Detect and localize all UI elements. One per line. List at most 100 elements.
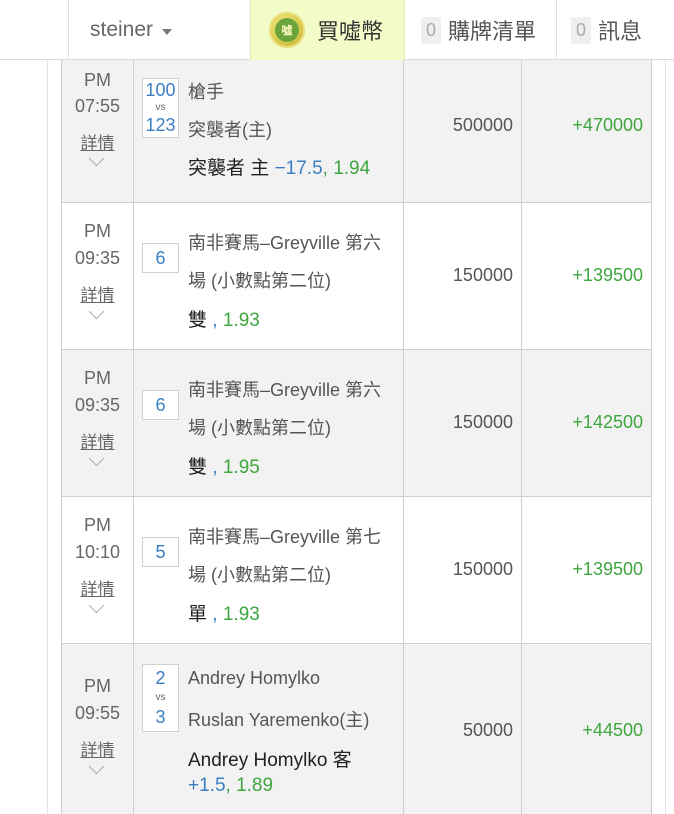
score-away: 3 [142, 704, 179, 732]
win-amount: +44500 [582, 720, 643, 740]
result-cell: +470000 [522, 60, 651, 202]
chevron-down-icon[interactable] [88, 597, 105, 614]
time-cell: PM 10:10 詳情 [62, 497, 134, 643]
details-link[interactable]: 詳情 [62, 129, 133, 154]
top-nav: steiner 噓 買噓幣 0 購牌清單 0 訊息 [0, 0, 674, 60]
stake-amount: 50000 [462, 720, 513, 740]
pick-label: 單 [188, 604, 208, 625]
handicap: −17.5 [274, 158, 323, 179]
stake-cell: 150000 [404, 350, 522, 496]
odds-separator: , [322, 158, 334, 179]
table-row: PM 09:55 詳情 2 vs 3 Andrey Homylko Ruslan… [62, 644, 651, 814]
win-amount: +139500 [572, 265, 643, 285]
messages-button[interactable]: 0 訊息 [557, 0, 674, 60]
content-border-right [665, 60, 666, 814]
time-ampm: PM [84, 515, 111, 535]
odds-separator: , [225, 775, 237, 796]
score-home: 100 [142, 78, 179, 102]
win-amount: +470000 [572, 115, 643, 135]
bet-pick: 突襲者 主 −17.5, 1.94 [188, 153, 370, 180]
time-ampm: PM [84, 70, 111, 90]
vs-label: vs [142, 692, 179, 704]
stake-amount: 500000 [452, 115, 513, 135]
odds: 1.94 [333, 158, 371, 179]
chevron-down-icon[interactable] [88, 758, 105, 775]
odds-separator: , [207, 310, 223, 331]
time-value: 09:55 [74, 703, 121, 723]
team-b: Ruslan Yaremenko(主) [188, 710, 370, 730]
username: steiner [90, 18, 154, 41]
user-menu[interactable]: steiner [68, 0, 250, 60]
table-row: PM 09:35 詳情 6 南非賽馬–Greyville 第六 場 (小數點第二… [62, 203, 651, 350]
time-cell: PM 09:55 詳情 [62, 644, 134, 814]
result-number: 6 [142, 243, 179, 273]
stake-cell: 150000 [404, 203, 522, 349]
match-cell: 2 vs 3 Andrey Homylko Ruslan Yaremenko(主… [134, 644, 404, 814]
result-cell: +139500 [522, 497, 651, 643]
details-link[interactable]: 詳情 [62, 575, 133, 600]
team-a: Andrey Homylko [188, 668, 321, 688]
stake-amount: 150000 [452, 559, 513, 579]
content-border-left [47, 60, 48, 814]
match-cell: 6 南非賽馬–Greyville 第六 場 (小數點第二位) 雙 , 1.95 [134, 350, 404, 496]
time-cell: PM 07:55 詳情 [62, 60, 134, 202]
bet-pick: 單 , 1.93 [188, 599, 260, 626]
time-ampm: PM [84, 676, 111, 696]
result-number: 5 [142, 537, 179, 567]
stake-cell: 150000 [404, 497, 522, 643]
chevron-down-icon[interactable] [88, 450, 105, 467]
result-cell: +44500 [522, 644, 651, 814]
team-a: 槍手 [188, 82, 224, 102]
race-title-line1: 南非賽馬–Greyville 第六 [188, 233, 382, 253]
coin-icon: 噓 [269, 12, 305, 48]
win-amount: +139500 [572, 559, 643, 579]
time-cell: PM 09:35 詳情 [62, 350, 134, 496]
bet-history-table: PM 07:55 詳情 100 vs 123 槍手 突襲者(主) 突襲者 主 −… [61, 60, 652, 814]
bet-pick: 雙 , 1.95 [188, 452, 260, 479]
table-row: PM 07:55 詳情 100 vs 123 槍手 突襲者(主) 突襲者 主 −… [62, 60, 651, 203]
stake-cell: 50000 [404, 644, 522, 814]
stake-amount: 150000 [452, 265, 513, 285]
team-b: 突襲者(主) [188, 120, 272, 140]
pick-label: 突襲者 主 [188, 158, 275, 179]
purchase-list-count: 0 [421, 16, 441, 44]
messages-label: 訊息 [598, 19, 643, 44]
odds: 1.93 [222, 310, 260, 331]
coin-glyph: 噓 [275, 18, 299, 42]
race-title-line1: 南非賽馬–Greyville 第七 [188, 527, 382, 547]
bet-pick-line1: Andrey Homylko 客 [188, 750, 352, 771]
table-row: PM 10:10 詳情 5 南非賽馬–Greyville 第七 場 (小數點第二… [62, 497, 651, 644]
details-link[interactable]: 詳情 [62, 428, 133, 453]
bet-pick: 雙 , 1.93 [188, 305, 260, 332]
caret-down-icon [162, 28, 173, 35]
purchase-list-button[interactable]: 0 購牌清單 [405, 0, 557, 60]
time-ampm: PM [84, 368, 111, 388]
time-value: 10:10 [74, 542, 121, 562]
stake-amount: 150000 [452, 412, 513, 432]
time-value: 09:35 [74, 395, 121, 415]
purchase-list-label: 購牌清單 [448, 19, 537, 44]
race-title-line1: 南非賽馬–Greyville 第六 [188, 380, 382, 400]
race-title-line2: 場 (小數點第二位) [188, 418, 331, 438]
odds: 1.93 [222, 604, 260, 625]
result-cell: +142500 [522, 350, 651, 496]
win-amount: +142500 [572, 412, 643, 432]
time-cell: PM 09:35 詳情 [62, 203, 134, 349]
time-ampm: PM [84, 221, 111, 241]
result-cell: +139500 [522, 203, 651, 349]
stake-cell: 500000 [404, 60, 522, 202]
messages-count: 0 [571, 16, 591, 44]
odds-separator: , [207, 604, 223, 625]
details-link[interactable]: 詳情 [62, 281, 133, 306]
time-value: 07:55 [74, 96, 121, 116]
result-number: 6 [142, 390, 179, 420]
buy-coins-label: 買噓幣 [317, 19, 384, 44]
odds-separator: , [207, 457, 223, 478]
chevron-down-icon[interactable] [88, 303, 105, 320]
score-home: 2 [142, 664, 179, 692]
table-row: PM 09:35 詳情 6 南非賽馬–Greyville 第六 場 (小數點第二… [62, 350, 651, 497]
odds: 1.89 [236, 775, 274, 796]
buy-coins-button[interactable]: 噓 買噓幣 [250, 0, 405, 60]
match-cell: 100 vs 123 槍手 突襲者(主) 突襲者 主 −17.5, 1.94 [134, 60, 404, 202]
details-link[interactable]: 詳情 [62, 736, 133, 761]
